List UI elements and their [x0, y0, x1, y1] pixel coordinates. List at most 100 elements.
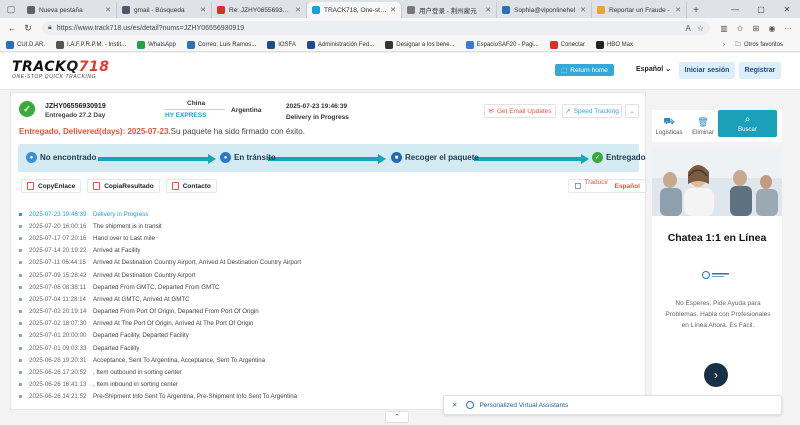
copy-link-button[interactable]: CopyEnlace	[21, 179, 82, 193]
bookmark-label: I.A.F.P.R.P.M. - Instit...	[67, 41, 127, 48]
search-button[interactable]: ⌕ Buscar	[718, 110, 777, 137]
bookmark-label: EspacioSAF20 - Pagi...	[476, 41, 539, 48]
bookmarks-bar: CUI.D.AR. I.A.F.P.R.P.M. - Instit... Whats…	[0, 38, 800, 52]
tab-title: 用户登录 - 荆州雇元	[419, 8, 477, 15]
progress-arrow-2	[378, 154, 386, 164]
call-center-illustration	[652, 148, 782, 216]
delete-button[interactable]: 🗑︎ Eliminar	[686, 110, 720, 142]
progress-bar-1	[98, 157, 210, 161]
new-tab-button[interactable]: +	[687, 2, 705, 18]
bookmark-item[interactable]: Conectar	[549, 40, 585, 49]
login-button[interactable]: Iniciar sesión	[679, 62, 735, 79]
translate-page-icon[interactable]: A	[685, 24, 690, 33]
browser-tab[interactable]: Nueva pestaña ✕	[22, 2, 117, 18]
contact-button[interactable]: Contacto	[165, 179, 217, 193]
return-home-button[interactable]: ⬚ Return home	[555, 64, 614, 76]
bookmark-label: Conectar	[560, 41, 585, 48]
translate-control[interactable]: Traducir : Español	[568, 179, 647, 193]
bookmark-item[interactable]: Correo: Luis Ramos...	[186, 40, 256, 49]
event-bullet	[19, 334, 22, 338]
bookmark-item[interactable]: WhatsApp	[137, 40, 176, 49]
bookmark-item[interactable]: HBO Max	[596, 40, 633, 49]
carrier-name[interactable]: HY EXPRESS	[165, 112, 206, 119]
tracking-event-row: 2025-07-20 16:00:16 The shipment is in tr…	[19, 220, 639, 232]
back-icon[interactable]: ←	[4, 20, 20, 36]
track718-logo[interactable]: TRACKQ718 ONE-STOP QUICK TRACKING	[12, 59, 110, 80]
step-delivered: ✓ Entregado	[592, 152, 646, 163]
bookmark-label: CUI.D.AR.	[17, 41, 46, 48]
register-button[interactable]: Registrar	[739, 62, 781, 79]
event-description: Delivery in Progress	[93, 210, 149, 218]
event-description: Arrived At The Port Of Origin, Arrived A…	[93, 320, 254, 328]
expand-button[interactable]: ⌄	[625, 104, 639, 118]
split-screen-icon[interactable]: ▥	[716, 20, 732, 36]
scroll-up-button[interactable]: ⌃	[385, 411, 409, 423]
bookmark-icon	[6, 40, 14, 49]
step-not-found-icon: ●	[26, 152, 37, 163]
browser-tab[interactable]: Reportar un Fraude - ✕	[592, 2, 687, 18]
maximize-icon[interactable]: ▢	[748, 0, 774, 18]
translate-language[interactable]: Español	[615, 183, 640, 190]
url-field[interactable]: 🔒︎ https://www.track718.us/es/detail?num…	[42, 21, 710, 35]
virtual-assistant-bar[interactable]: ✕ Personalized Virtual Assistants	[443, 395, 782, 415]
event-date: 2025-07-04 11:28:14	[29, 295, 86, 303]
close-icon[interactable]: ✕	[452, 401, 457, 409]
copy-result-button[interactable]: CopiaResultado	[87, 179, 160, 193]
browser-tab[interactable]: Re: JZHY06556930919 ✕	[212, 2, 307, 18]
other-favorites[interactable]: 🗀︎ Otros favoritos	[735, 40, 783, 50]
bookmark-item[interactable]: CUI.D.AR.	[6, 40, 46, 49]
browser-tab[interactable]: Sophia@viponlinehel ✕	[497, 2, 592, 18]
tracking-event-row: 2025-07-01 09:03:33 Departed Facility	[19, 342, 639, 354]
assistant-icon	[466, 401, 475, 409]
bookmark-item[interactable]: I.A.F.P.R.P.M. - Instit...	[56, 40, 127, 49]
speed-tracking-button[interactable]: ➚ Speed Tracking	[562, 104, 622, 118]
event-date: 2025-07-14 20:19:22	[29, 247, 87, 255]
favorites-icon[interactable]: ✩	[732, 20, 748, 36]
logistics-button[interactable]: ⛟ Logísticas	[652, 110, 686, 142]
email-updates-button[interactable]: ✉ Get Email Updates	[484, 104, 556, 118]
ad-text: No Esperes, Pide Ayuda para Problemas. H…	[665, 300, 771, 329]
tab-close-icon[interactable]: ✕	[675, 6, 681, 14]
bookmark-item[interactable]: Administración Fed...	[306, 40, 374, 49]
step-not-found-label: No encontrado	[40, 153, 97, 162]
bookmark-item[interactable]: EspacioSAF20 - Pagi...	[465, 40, 539, 49]
browser-tab[interactable]: TRACK718, One-stop ✕	[307, 2, 402, 18]
tab-close-icon[interactable]: ✕	[200, 6, 206, 14]
arrow-right-icon[interactable]: ›	[704, 363, 728, 387]
tab-close-icon[interactable]: ✕	[105, 6, 111, 14]
step-in-transit: ● En tránsito	[220, 152, 276, 163]
collections-icon[interactable]: ⊞	[748, 20, 764, 36]
window-menu-icon[interactable]: ▢	[0, 0, 22, 18]
tab-close-icon[interactable]: ✕	[390, 6, 396, 14]
browser-tab[interactable]: gmail - Búsqueda ✕	[117, 2, 212, 18]
tab-close-icon[interactable]: ✕	[580, 6, 586, 14]
bookmark-item[interactable]: Designar a los bene...	[385, 40, 455, 49]
close-window-icon[interactable]: ✕	[774, 0, 800, 18]
bookmarks-more-icon[interactable]: ›	[723, 42, 725, 48]
bookmark-icon	[465, 40, 474, 49]
refresh-icon[interactable]: ↻	[20, 20, 36, 36]
tab-favicon-icon	[312, 6, 320, 14]
translate-checkbox[interactable]	[575, 183, 581, 189]
chat-advertisement[interactable]: Chatea 1:1 en Línea No Esperes, Pide Ayu…	[652, 148, 782, 404]
tracking-event-row: 2025-07-14 20:19:22 Arrived at Facility	[19, 245, 639, 257]
tab-close-icon[interactable]: ✕	[485, 6, 491, 14]
bookmark-item[interactable]: IOSFA	[267, 40, 296, 49]
folder-icon: 🗀︎	[734, 41, 741, 48]
event-description: Arrived At Destination Country Airport	[93, 271, 196, 279]
tab-title: gmail - Búsqueda	[134, 6, 185, 14]
browser-tab[interactable]: 用户登录 - 荆州雇元 ✕	[402, 2, 497, 18]
profile-icon[interactable]: ◉	[764, 20, 780, 36]
delivered-days: Entregado 27.2 Day	[45, 112, 106, 119]
tracking-event-row: 2025-07-02 20:19:14 Departed From Port Of…	[19, 306, 639, 318]
tracking-event-row: 2025-07-02 18:07:30 Arrived At The Port O…	[19, 318, 639, 330]
more-menu-icon[interactable]: ⋯	[780, 20, 796, 36]
translate-label: Traducir :	[584, 179, 609, 193]
minimize-icon[interactable]: —	[722, 0, 748, 18]
tab-close-icon[interactable]: ✕	[295, 6, 301, 14]
event-bullet	[19, 236, 22, 240]
tab-title: Sophia@viponlinehel	[514, 6, 576, 14]
language-selector[interactable]: Español ⌄	[636, 65, 671, 73]
event-description: Hand over to Last mile	[93, 234, 155, 242]
favorite-star-icon[interactable]: ☆	[697, 24, 704, 33]
